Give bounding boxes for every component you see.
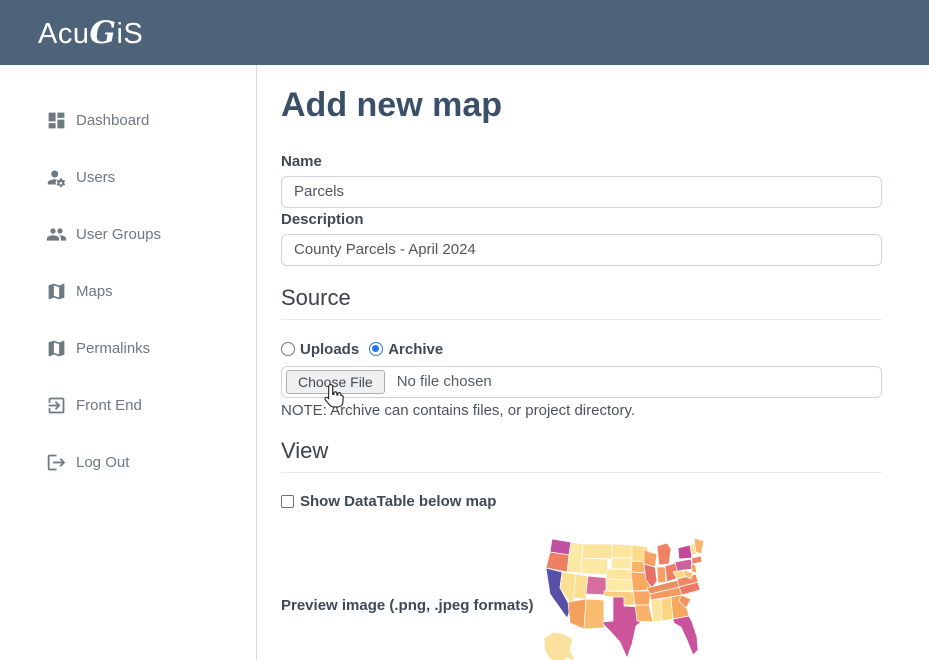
archive-radio[interactable] xyxy=(369,342,383,356)
app-logo[interactable]: AcuGiS xyxy=(38,15,143,51)
logo-text: Acu xyxy=(38,18,89,50)
sidebar: Dashboard Users User Groups Maps Permali… xyxy=(0,65,257,660)
show-datatable-checkbox[interactable] xyxy=(281,495,294,508)
sidebar-item-user-groups[interactable]: User Groups xyxy=(0,206,256,263)
sidebar-item-label: User Groups xyxy=(76,226,161,243)
source-section-heading: Source xyxy=(281,285,882,320)
us-choropleth-map xyxy=(540,536,710,660)
uploads-radio-label: Uploads xyxy=(300,341,359,358)
view-section-heading: View xyxy=(281,438,882,473)
uploads-radio[interactable] xyxy=(281,342,295,356)
sidebar-item-label: Maps xyxy=(76,283,113,300)
sidebar-item-permalinks[interactable]: Permalinks xyxy=(0,320,256,377)
logout-icon xyxy=(46,452,67,473)
sidebar-item-dashboard[interactable]: Dashboard xyxy=(0,92,256,149)
user-gear-icon xyxy=(46,167,67,188)
choose-file-button[interactable]: Choose File xyxy=(286,370,385,394)
uploads-radio-group[interactable]: Uploads xyxy=(281,341,359,358)
sidebar-item-log-out[interactable]: Log Out xyxy=(0,434,256,491)
file-input[interactable]: Choose File No file chosen xyxy=(281,366,882,398)
logo-g-glyph: G xyxy=(89,15,116,51)
page-title: Add new map xyxy=(281,85,882,126)
description-field-label: Description xyxy=(281,211,882,228)
app-window: AcuGiS Dashboard Users User Groups Maps xyxy=(0,0,929,660)
datatable-checkbox-row[interactable]: Show DataTable below map xyxy=(281,493,882,510)
preview-row: Preview image (.png, .jpeg formats) xyxy=(281,536,882,660)
sidebar-item-label: Front End xyxy=(76,397,142,414)
source-radio-row: Uploads Archive xyxy=(281,341,882,358)
sidebar-item-label: Dashboard xyxy=(76,112,149,129)
logo-text-suffix: iS xyxy=(116,18,143,50)
map-icon xyxy=(46,281,67,302)
preview-image-label: Preview image (.png, .jpeg formats) xyxy=(281,597,540,614)
enter-app-icon xyxy=(46,395,67,416)
users-group-icon xyxy=(46,224,67,245)
map-icon xyxy=(46,338,67,359)
archive-note: NOTE: Archive can contains files, or pro… xyxy=(281,402,882,419)
file-chosen-status: No file chosen xyxy=(397,373,492,390)
sidebar-item-front-end[interactable]: Front End xyxy=(0,377,256,434)
name-input[interactable] xyxy=(281,176,882,208)
show-datatable-label: Show DataTable below map xyxy=(300,493,496,510)
archive-radio-group[interactable]: Archive xyxy=(369,341,443,358)
dashboard-icon xyxy=(46,110,67,131)
app-header: AcuGiS xyxy=(0,0,929,65)
name-field-label: Name xyxy=(281,153,882,170)
sidebar-item-label: Users xyxy=(76,169,115,186)
sidebar-item-label: Log Out xyxy=(76,454,129,471)
main-content: Add new map Name Description Source Uplo… xyxy=(257,65,929,660)
sidebar-item-maps[interactable]: Maps xyxy=(0,263,256,320)
preview-map-image xyxy=(540,536,710,660)
sidebar-item-label: Permalinks xyxy=(76,340,150,357)
archive-radio-label: Archive xyxy=(388,341,443,358)
description-input[interactable] xyxy=(281,234,882,266)
sidebar-item-users[interactable]: Users xyxy=(0,149,256,206)
